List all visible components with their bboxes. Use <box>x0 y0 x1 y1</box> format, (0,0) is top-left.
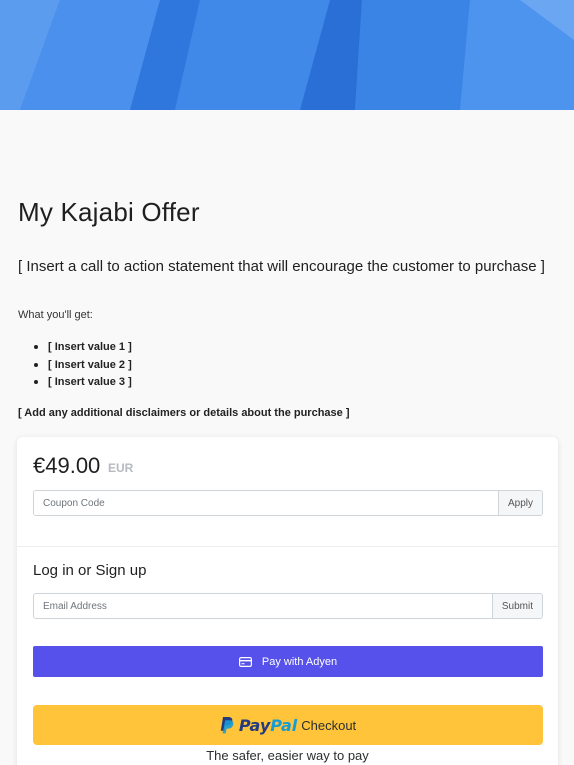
paypal-wordmark: PayPal <box>238 715 298 735</box>
paypal-checkout-label: Checkout <box>301 717 357 733</box>
paypal-checkout-button[interactable]: PayPal Checkout <box>33 705 543 745</box>
adyen-button-label: Pay with Adyen <box>261 655 338 668</box>
list-item: [ Insert value 1 ] <box>34 340 132 358</box>
price-amount: €49.00 <box>33 453 101 478</box>
apply-coupon-button[interactable]: Apply <box>497 491 542 515</box>
section-divider <box>17 546 558 547</box>
page-title: My Kajabi Offer <box>18 197 200 227</box>
disclaimer-text: [ Add any additional disclaimers or deta… <box>18 407 350 419</box>
email-input-group: Submit <box>33 593 543 619</box>
checkout-card: €49.00 EUR Apply Log in or Sign up Submi… <box>17 437 558 765</box>
price-currency: EUR <box>108 461 134 475</box>
list-item: [ Insert value 3 ] <box>34 375 132 393</box>
call-to-action-text: [ Insert a call to action statement that… <box>18 258 545 275</box>
value-list: [ Insert value 1 ] [ Insert value 2 ] [ … <box>34 340 132 393</box>
login-heading: Log in or Sign up <box>33 562 147 579</box>
list-item: [ Insert value 2 ] <box>34 358 132 376</box>
coupon-code-input[interactable] <box>34 491 498 515</box>
email-address-input[interactable] <box>34 594 492 618</box>
submit-email-button[interactable]: Submit <box>491 594 542 618</box>
paypal-logo-icon <box>220 716 234 733</box>
hero-banner-image <box>0 0 574 110</box>
what-youll-get-label: What you'll get: <box>18 309 93 321</box>
credit-card-icon <box>238 656 252 667</box>
coupon-input-group: Apply <box>33 490 543 516</box>
paypal-tagline: The safer, easier way to pay <box>206 748 369 763</box>
pay-with-adyen-button[interactable]: Pay with Adyen <box>33 646 543 677</box>
